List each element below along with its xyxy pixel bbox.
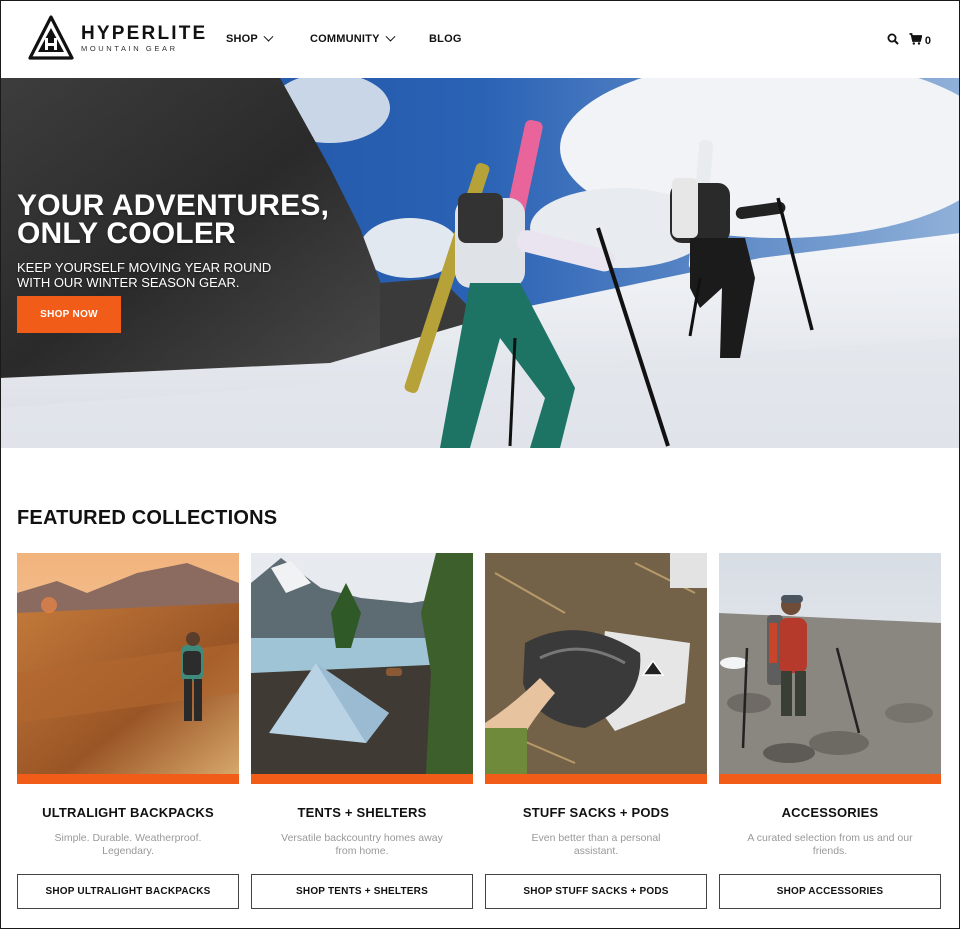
collection-description: Versatile backcountry homes away from ho… (281, 832, 443, 857)
header-actions: 0 (887, 33, 931, 48)
chevron-down-icon (385, 31, 396, 42)
featured-collections-title: FEATURED COLLECTIONS (17, 507, 278, 529)
hero-title-line1: YOUR ADVENTURES, (17, 189, 330, 222)
nav-community[interactable]: COMMUNITY (310, 31, 429, 45)
collection-image-tents[interactable] (251, 553, 473, 784)
accessories-photo (719, 553, 941, 774)
hero-subtitle-line2: WITH OUR WINTER SEASON GEAR. (17, 275, 240, 290)
tents-photo (251, 553, 473, 774)
shop-backpacks-button[interactable]: SHOP ULTRALIGHT BACKPACKS (17, 874, 239, 909)
collection-card-backpacks: ULTRALIGHT BACKPACKS Simple. Durable. We… (17, 553, 239, 909)
shop-accessories-button[interactable]: SHOP ACCESSORIES (719, 874, 941, 909)
collection-card-accessories: ACCESSORIES A curated selection from us … (719, 553, 941, 909)
collection-description: Simple. Durable. Weatherproof. Legendary… (54, 832, 202, 857)
collection-description: Even better than a personal assistant. (531, 832, 661, 857)
nav-blog-label: BLOG (429, 33, 462, 45)
hero-banner: YOUR ADVENTURES, ONLY COOLER KEEP YOURSE… (0, 78, 960, 448)
shop-now-button[interactable]: SHOP NOW (17, 296, 121, 333)
collection-image-backpacks[interactable] (17, 553, 239, 784)
collection-title: TENTS + SHELTERS (297, 805, 427, 820)
search-icon[interactable] (887, 33, 899, 48)
cart-icon (909, 33, 923, 48)
collection-card-tents: TENTS + SHELTERS Versatile backcountry h… (251, 553, 473, 909)
brand-name: HYPERLITE (81, 22, 208, 44)
card-accent-bar (719, 774, 941, 784)
collection-description: A curated selection from us and our frie… (747, 832, 913, 857)
collection-image-accessories[interactable] (719, 553, 941, 784)
collection-card-stuff-sacks: STUFF SACKS + PODS Even better than a pe… (485, 553, 707, 909)
hero-title-line2: ONLY COOLER (17, 217, 236, 250)
nav-shop[interactable]: SHOP (226, 31, 310, 45)
hero-subtitle: KEEP YOURSELF MOVING YEAR ROUND WITH OUR… (17, 260, 297, 290)
chevron-down-icon (263, 31, 274, 42)
shop-stuff-sacks-button[interactable]: SHOP STUFF SACKS + PODS (485, 874, 707, 909)
main-nav: SHOP COMMUNITY BLOG (226, 31, 502, 45)
cart-count: 0 (924, 34, 931, 47)
brand-logo[interactable]: HYPERLITE MOUNTAIN GEAR (27, 14, 207, 62)
backpacks-photo (17, 553, 239, 774)
collection-title: STUFF SACKS + PODS (522, 805, 670, 820)
cart-button[interactable]: 0 (909, 33, 931, 48)
nav-community-label: COMMUNITY (310, 33, 380, 45)
nav-blog[interactable]: BLOG (429, 33, 462, 45)
collection-title: ACCESSORIES (781, 805, 879, 820)
hero-title: YOUR ADVENTURES, ONLY COOLER (17, 189, 377, 250)
brand-tagline: MOUNTAIN GEAR (81, 43, 178, 53)
stuff-sacks-photo (485, 553, 707, 774)
shop-tents-button[interactable]: SHOP TENTS + SHELTERS (251, 874, 473, 909)
collection-title: ULTRALIGHT BACKPACKS (42, 805, 214, 820)
nav-shop-label: SHOP (226, 33, 258, 45)
card-accent-bar (17, 774, 239, 784)
site-header: HYPERLITE MOUNTAIN GEAR SHOP COMMUNITY B… (0, 0, 960, 78)
card-accent-bar (251, 774, 473, 784)
logo-mark-icon (28, 15, 74, 60)
hero-subtitle-line1: KEEP YOURSELF MOVING YEAR ROUND (17, 260, 272, 275)
card-accent-bar (485, 774, 707, 784)
collection-image-stuff-sacks[interactable] (485, 553, 707, 784)
